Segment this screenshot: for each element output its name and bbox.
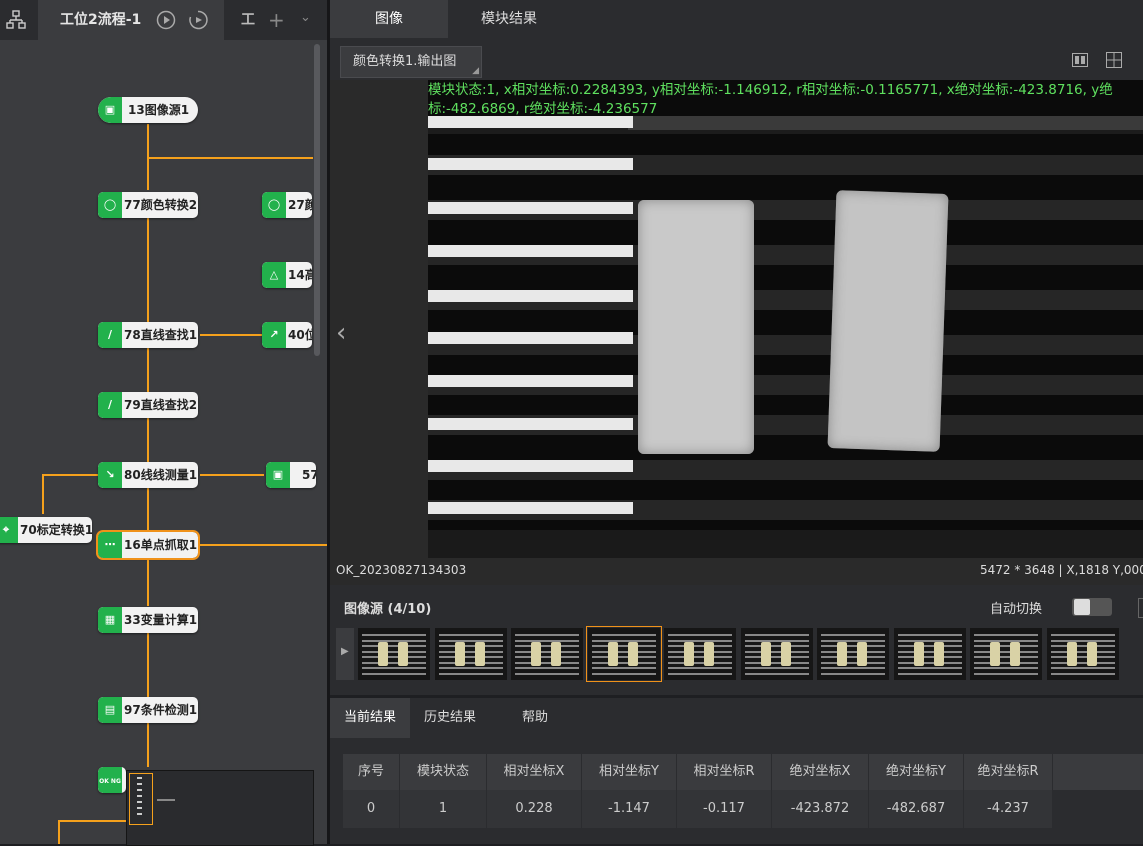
image-source-select[interactable]: 颜色转换1.输出图 ◢ [340, 46, 482, 78]
flow-node-line-find-2[interactable]: ∕ 79直线查找2 [98, 392, 198, 418]
flow-tabbar: 工位2流程-1 工 + ⌄ [0, 0, 327, 40]
thumbnail-title: 图像源 (4/10) [344, 602, 432, 617]
table-header-cell[interactable]: 相对坐标R [677, 754, 772, 790]
flow-minimap[interactable] [126, 770, 314, 846]
color-convert-icon: ◯ [262, 192, 286, 218]
tab-flow-next-label[interactable]: 工 [241, 0, 255, 40]
camera-image [428, 80, 1143, 558]
table-cell: 1 [400, 790, 487, 828]
calib-icon: ⌖ [0, 517, 18, 543]
color-convert-icon: ◯ [98, 192, 122, 218]
table-header-cell[interactable]: 绝对坐标X [772, 754, 869, 790]
table-header-cell[interactable]: 绝对坐标R [964, 754, 1053, 790]
thumb-prev-button[interactable]: ▶ [336, 628, 354, 680]
image-viewer[interactable]: 模块状态:1, x相对坐标:0.2284393, y相对坐标:-1.146912… [330, 80, 1143, 585]
add-tab-icon[interactable]: + [268, 8, 285, 32]
part-right [827, 190, 949, 452]
run-loop-icon[interactable] [188, 10, 208, 30]
table-header-cell[interactable]: 绝对坐标Y [869, 754, 964, 790]
thumbnail-item[interactable] [817, 628, 889, 680]
measure-icon: ↘ [98, 462, 122, 488]
table-cell: -4.237 [964, 790, 1053, 828]
flow-node-color-convert-2[interactable]: ◯ 77颜色转换2 [98, 192, 198, 218]
image-icon: ▣ [266, 462, 290, 488]
table-header-cell[interactable]: 相对坐标Y [582, 754, 677, 790]
flow-node-image-57[interactable]: ▣ 57 [266, 462, 316, 488]
table-cell: -482.687 [869, 790, 964, 828]
image-filename: OK_20230827134303 [336, 563, 467, 577]
flow-node-calib-convert-70[interactable]: ⌖ 70标定转换1 [0, 517, 92, 543]
image-status: 5472 * 3648 | X,1818 Y,000 [980, 563, 1143, 577]
thumbnail-item[interactable] [511, 628, 583, 680]
line-find-icon: ∕ [98, 322, 122, 348]
ok-ng-icon: OK NG [98, 767, 122, 793]
grid-view-icon[interactable] [1106, 52, 1122, 68]
position-fix-icon: ↗ [262, 322, 286, 348]
flow-node-color-convert-27[interactable]: ◯ 27颜 [262, 192, 312, 218]
line-find-icon: ∕ [98, 392, 122, 418]
image-source-select-value: 颜色转换1.输出图 [353, 54, 457, 69]
run-once-icon[interactable] [156, 10, 176, 30]
thumb-setting-box[interactable] [1138, 598, 1143, 618]
table-header-cell[interactable]: 序号 [343, 754, 400, 790]
table-header-filler [1053, 754, 1143, 790]
thumbnail-item[interactable] [740, 628, 813, 680]
tab-flow-active-label: 工位2流程-1 [60, 12, 142, 28]
thumbnail-item[interactable] [358, 628, 430, 680]
thumbnail-item[interactable] [970, 628, 1042, 680]
thumbnail-item[interactable] [434, 628, 507, 680]
flow-node-position-fix-40[interactable]: ↗ 40位 [262, 322, 312, 348]
dropdown-corner-icon: ◢ [472, 66, 479, 76]
flow-node-image-source[interactable]: ▣ 13图像源1 [98, 97, 198, 123]
result-overlay-line2: 标:-482.6869, r绝对坐标:-4.236577 [428, 101, 658, 117]
flow-node-filter-14[interactable]: △ 14高 [262, 262, 312, 288]
result-overlay-line1: 模块状态:1, x相对坐标:0.2284393, y相对坐标:-1.146912… [428, 82, 1113, 98]
flow-node-var-calc-33[interactable]: ▦ 33变量计算1 [98, 607, 198, 633]
flow-node-ok-ng[interactable]: OK NG [98, 767, 126, 793]
table-cell: -1.147 [582, 790, 677, 828]
thumbnail-item[interactable] [893, 628, 966, 680]
calculator-icon: ▦ [98, 607, 122, 633]
auto-switch-toggle[interactable] [1072, 598, 1112, 616]
tab-current-result[interactable]: 当前结果 [330, 698, 410, 738]
auto-switch-label: 自动切换 [990, 602, 1043, 617]
table-header-cell[interactable]: 模块状态 [400, 754, 487, 790]
table-header-cell[interactable]: 相对坐标X [487, 754, 582, 790]
tab-history-result[interactable]: 历史结果 [410, 698, 490, 738]
chevron-down-icon[interactable]: ⌄ [300, 10, 311, 25]
flow-scrollbar[interactable] [314, 44, 320, 356]
flow-tree-icon[interactable] [6, 10, 26, 30]
table-cell: 0 [343, 790, 400, 828]
table-cell: 0.228 [487, 790, 582, 828]
part-left [638, 200, 754, 454]
table-cell: -0.117 [677, 790, 772, 828]
single-view-icon[interactable] [1072, 53, 1088, 67]
tab-module-result[interactable]: 模块结果 [450, 0, 568, 38]
chevron-right-icon: ▶ [341, 646, 349, 657]
flow-node-point-grab-16[interactable]: ⋯ 16单点抓取1 [96, 530, 200, 560]
thumbnail-item[interactable] [1046, 628, 1119, 680]
condition-icon: ▤ [98, 697, 122, 723]
point-grab-icon: ⋯ [98, 532, 122, 558]
table-cell: -423.872 [772, 790, 869, 828]
chevron-left-icon[interactable]: ‹ [336, 318, 346, 348]
thumbnail-item[interactable] [664, 628, 736, 680]
tab-image[interactable]: 图像 [330, 0, 448, 38]
flow-node-condition-97[interactable]: ▤ 97条件检测1 [98, 697, 198, 723]
image-icon: ▣ [98, 97, 122, 123]
filter-icon: △ [262, 262, 286, 288]
tab-help[interactable]: 帮助 [495, 698, 575, 738]
flow-node-line-measure-1[interactable]: ↘ 80线线测量1 [98, 462, 198, 488]
flow-node-line-find-1[interactable]: ∕ 78直线查找1 [98, 322, 198, 348]
thumbnail-item[interactable] [585, 626, 662, 682]
